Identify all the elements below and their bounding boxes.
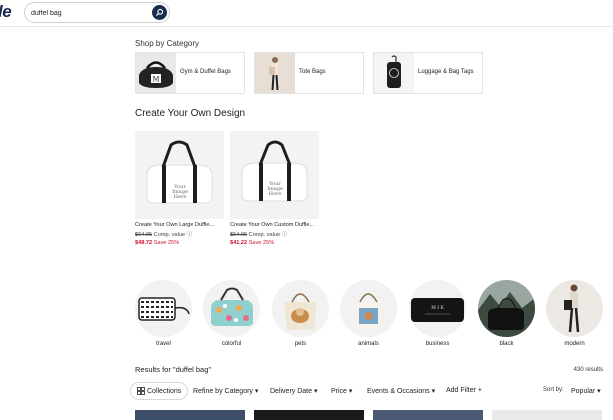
search-icon [156, 8, 164, 16]
save-percent: Save 25% [248, 240, 275, 246]
category-label: Tote Bags [299, 69, 326, 75]
search-input[interactable] [31, 6, 149, 20]
caret-down-icon: ▾ [348, 388, 353, 395]
info-icon[interactable]: ⓘ [187, 232, 193, 238]
style-thumb [203, 280, 260, 337]
sale-price: $41.22 [230, 240, 248, 246]
style-travel[interactable]: travel [135, 280, 192, 347]
comp-value: Comp. value [248, 232, 281, 238]
collections-button[interactable]: Collections [130, 382, 189, 400]
style-label: black [499, 341, 514, 347]
style-colorful[interactable]: colorful [203, 280, 260, 347]
refine-label: Refine by Category [193, 388, 253, 395]
sort-dropdown[interactable]: Popular ▾ [571, 387, 601, 395]
style-label: animals [358, 341, 379, 347]
category-label: Luggage & Bag Tags [418, 69, 474, 75]
product-image: Your Image Here [230, 131, 319, 219]
style-thumb: M I K [409, 280, 466, 337]
refine-category-dropdown[interactable]: Refine by Category ▾ [193, 387, 258, 395]
style-business[interactable]: M I K business [409, 280, 466, 347]
result-thumbnail[interactable] [135, 410, 245, 420]
category-thumb [374, 53, 414, 93]
style-thumb [135, 280, 192, 337]
style-pets[interactable]: pets [272, 280, 329, 347]
comp-value: Comp. value [153, 232, 186, 238]
style-label: colorful [221, 341, 242, 347]
style-label: pets [294, 341, 307, 347]
result-thumbnail[interactable] [492, 410, 602, 420]
svg-text:Here: Here [174, 194, 187, 200]
style-black[interactable]: black [478, 280, 535, 347]
caret-down-icon: ▾ [313, 388, 318, 395]
style-thumb [478, 280, 535, 337]
category-thumb: M [136, 53, 176, 93]
results-title: Results for "duffel bag" [135, 365, 212, 374]
events-occasions-dropdown[interactable]: Events & Occasions ▾ [367, 387, 435, 395]
results-count: 430 results [573, 367, 603, 373]
svg-text:M: M [152, 76, 159, 84]
events-label: Events & Occasions [367, 388, 430, 395]
collections-label: Collections [147, 387, 182, 395]
style-thumb [340, 280, 397, 337]
save-percent: Save 25% [153, 240, 180, 246]
style-thumb [272, 280, 329, 337]
shop-by-category-heading: Shop by Category [135, 39, 200, 48]
style-label: travel [156, 341, 171, 347]
sale-price: $48.72 [135, 240, 153, 246]
result-thumbnail[interactable] [254, 410, 364, 420]
design-product-card[interactable]: Your Image Here Create Your Own Custom Duf… [230, 131, 319, 246]
svg-text:M I K: M I K [431, 305, 444, 311]
plus-icon: + [477, 387, 483, 394]
category-thumb [255, 53, 295, 93]
search-box [24, 2, 170, 23]
sort-by-label: Sort by: [543, 387, 564, 393]
design-product-card[interactable]: Your Image Here Create Your Own Large Duff… [135, 131, 224, 246]
category-tote-bags[interactable]: Tote Bags [254, 52, 364, 94]
add-filter-button[interactable]: Add Filter + [446, 387, 482, 394]
category-label: Gym & Duffel Bags [180, 69, 231, 75]
style-label: business [425, 341, 450, 347]
style-label: modern [564, 341, 585, 347]
product-title[interactable]: Create Your Own Large Duffle... [135, 222, 224, 228]
sort-value: Popular [571, 388, 596, 395]
top-bar: le [0, 0, 613, 27]
search-button[interactable] [152, 5, 167, 20]
price-dropdown[interactable]: Price ▾ [331, 387, 352, 395]
filter-bar: Collections Refine by Category ▾ Deliver… [130, 382, 613, 400]
info-icon[interactable]: ⓘ [282, 232, 288, 238]
style-animals[interactable]: animals [340, 280, 397, 347]
style-thumb [546, 280, 603, 337]
logo[interactable]: le [0, 2, 12, 22]
category-gym-duffel[interactable]: M Gym & Duffel Bags [135, 52, 245, 94]
category-luggage-tags[interactable]: Luggage & Bag Tags [373, 52, 483, 94]
svg-text:Here: Here [269, 191, 282, 197]
result-thumbnail[interactable] [373, 410, 483, 420]
caret-down-icon: ▾ [597, 388, 601, 395]
price-label: Price [331, 388, 347, 395]
style-modern[interactable]: modern [546, 280, 603, 347]
product-title[interactable]: Create Your Own Custom Duffle... [230, 222, 319, 228]
product-image: Your Image Here [135, 131, 224, 219]
caret-down-icon: ▾ [254, 388, 259, 395]
old-price: $54.95 [230, 232, 248, 238]
old-price: $64.95 [135, 232, 153, 238]
grid-icon [137, 387, 145, 395]
caret-down-icon: ▾ [431, 388, 436, 395]
delivery-date-dropdown[interactable]: Delivery Date ▾ [270, 387, 317, 395]
delivery-label: Delivery Date [270, 388, 313, 395]
add-filter-label: Add Filter [446, 387, 476, 394]
create-design-heading: Create Your Own Design [135, 108, 246, 119]
